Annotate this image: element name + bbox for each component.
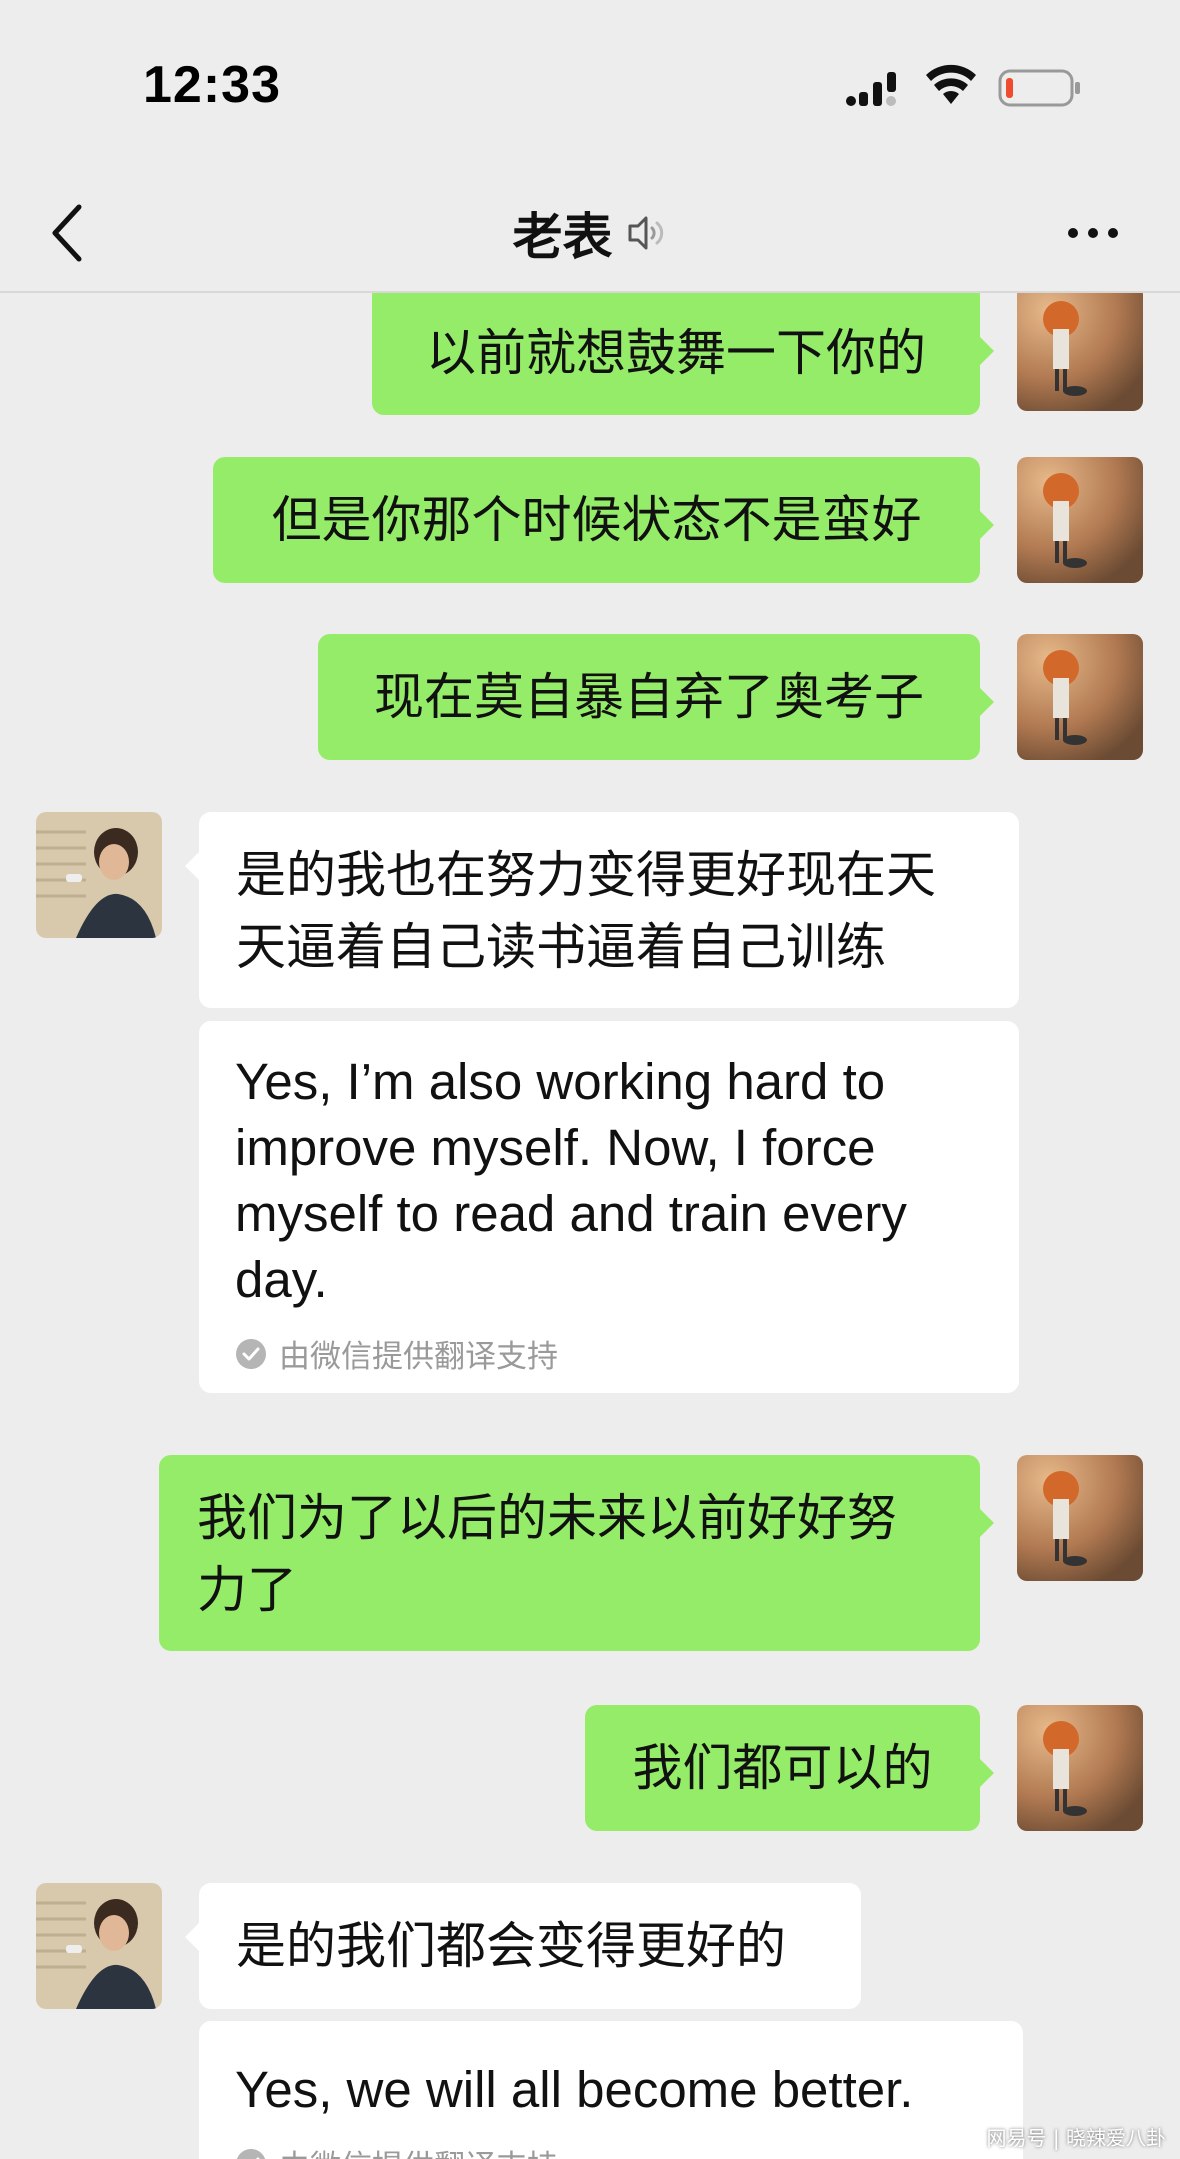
avatar-image (1017, 1455, 1143, 1581)
check-circle-icon (236, 2148, 266, 2159)
chat-title[interactable]: 老表 (512, 208, 612, 266)
ellipsis-icon[interactable] (1063, 213, 1123, 253)
message-text: 但是你那个时候状态不是蛮好 (271, 491, 922, 549)
avatar-image (1017, 293, 1143, 411)
translation-text: Yes, I’m also working hard to improve my… (235, 1053, 907, 1308)
my-avatar[interactable] (1017, 457, 1143, 583)
message-text-line: 力了 (197, 1561, 297, 1619)
message-text-line: 是的我也在努力变得更好现在天 (236, 846, 936, 904)
message-text: 现在莫自暴自弃了奥考子 (374, 668, 924, 726)
avatar-image (36, 1883, 162, 2009)
my-avatar[interactable] (1017, 1455, 1143, 1581)
message-text: 是的我们都会变得更好的 (236, 1917, 786, 1975)
message-bubble-incoming[interactable]: 是的我也在努力变得更好现在天 天逼着自己读书逼着自己训练 (185, 812, 1019, 1008)
battery-icon (998, 69, 1080, 107)
status-time: 12:33 (143, 56, 281, 114)
avatar-image (1017, 457, 1143, 583)
avatar-image (1017, 1705, 1143, 1831)
my-avatar[interactable] (1017, 1705, 1143, 1831)
avatar-image (1017, 634, 1143, 760)
contact-avatar[interactable] (36, 812, 162, 938)
translation-note-text: 由微信提供翻译支持 (279, 1339, 558, 1375)
translation-card[interactable]: Yes, we will all become better. 由微信提供翻译支… (199, 2021, 1023, 2159)
avatar-image (36, 812, 162, 938)
my-avatar[interactable] (1017, 293, 1143, 411)
contact-avatar[interactable] (36, 1883, 162, 2009)
chat-title-area: 老表 (0, 197, 1180, 269)
chat-header: 老表 (0, 175, 1180, 293)
watermark: 网易号 | 晓辣爱八卦 (986, 2126, 1166, 2150)
message-list[interactable]: 以前就想鼓舞一下你的 但是你那个时候状态不是蛮好 现在莫自暴自弃了奥考子 是的我… (0, 293, 1180, 2159)
message-text-line: 天逼着自己读书逼着自己训练 (236, 918, 886, 976)
signal-icon (846, 72, 896, 106)
message-text: 我们都可以的 (632, 1739, 933, 1797)
check-circle-icon (236, 1338, 266, 1369)
translation-card[interactable]: Yes, I’m also working hard to improve my… (199, 1021, 1019, 1393)
my-avatar[interactable] (1017, 634, 1143, 760)
message-bubble-outgoing[interactable]: 但是你那个时候状态不是蛮好 (213, 457, 994, 583)
message-bubble-outgoing[interactable]: 以前就想鼓舞一下你的 (372, 293, 994, 415)
message-bubble-outgoing[interactable]: 我们都可以的 (585, 1705, 994, 1831)
translation-attribution: 由微信提供翻译支持 (235, 1331, 983, 1376)
message-bubble-outgoing[interactable]: 现在莫自暴自弃了奥考子 (318, 634, 994, 760)
message-bubble-outgoing[interactable]: 我们为了以后的未来以前好好努 力了 (159, 1455, 994, 1651)
translation-note-text: 由微信提供翻译支持 (279, 2141, 558, 2159)
message-bubble-incoming[interactable]: 是的我们都会变得更好的 (185, 1883, 861, 2009)
translation-text: Yes, we will all become better. (235, 2061, 914, 2118)
speaker-icon (628, 216, 663, 250)
status-bar: 12:33 (0, 0, 1180, 175)
message-text: 以前就想鼓舞一下你的 (426, 324, 926, 382)
wifi-icon (926, 64, 976, 104)
message-text-line: 我们为了以后的未来以前好好努 (197, 1489, 897, 1547)
translation-attribution: 由微信提供翻译支持 (235, 2141, 987, 2159)
